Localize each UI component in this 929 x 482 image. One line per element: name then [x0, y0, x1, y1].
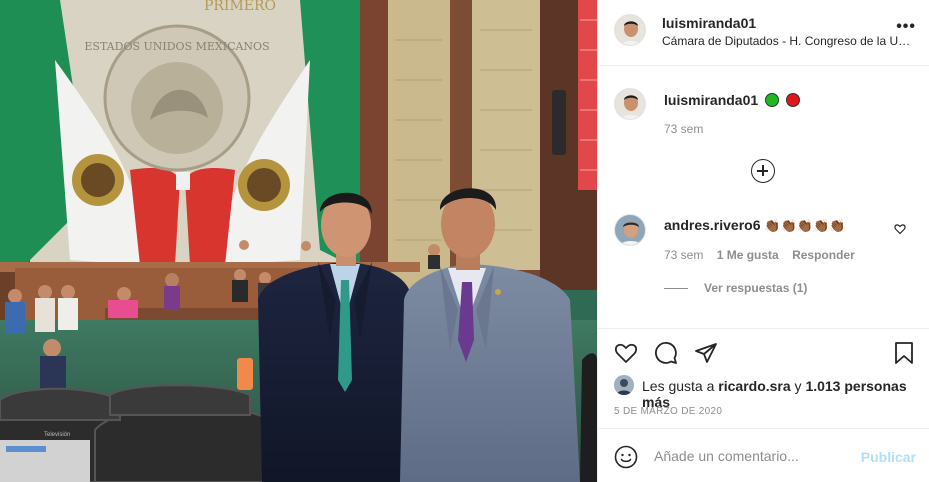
- avatar-image: [614, 375, 634, 395]
- comment-likes[interactable]: 1 Me gusta: [717, 248, 779, 262]
- send-icon[interactable]: [694, 341, 718, 365]
- avatar-image: [615, 89, 645, 119]
- avatar-image: [615, 15, 645, 45]
- post-date[interactable]: 5 DE MARZO DE 2020: [614, 406, 722, 417]
- smiley-icon[interactable]: [614, 445, 638, 469]
- post-header: luismiranda01 Cámara de Diputados - H. C…: [598, 0, 929, 66]
- likes-prefix: Les gusta a: [642, 378, 715, 394]
- bookmark-icon[interactable]: [892, 341, 916, 365]
- liker-username[interactable]: ricardo.sra: [718, 378, 790, 394]
- comment-meta: 73 sem 1 Me gusta Responder: [664, 248, 865, 262]
- comment-text: andres.rivero6 👏🏾👏🏾👏🏾👏🏾👏🏾: [664, 217, 845, 234]
- action-bar: Les gusta a ricardo.sra y 1.013 personas…: [598, 328, 929, 428]
- green-circle-emoji: [765, 93, 780, 107]
- seal-text: ESTADOS UNIDOS MEXICANOS: [84, 40, 269, 53]
- comment-username[interactable]: andres.rivero6: [664, 217, 761, 233]
- photo-image: ESTADOS UNIDOS MEXICANOS PRIMERO Televis…: [0, 0, 597, 482]
- post-photo[interactable]: ESTADOS UNIDOS MEXICANOS PRIMERO Televis…: [0, 0, 597, 482]
- plus-circle-icon[interactable]: [751, 159, 775, 183]
- caption-meta: 73 sem: [664, 122, 713, 136]
- caption-text: luismiranda01: [664, 92, 800, 108]
- post-panel: luismiranda01 Cámara de Diputados - H. C…: [597, 0, 929, 482]
- author-username[interactable]: luismiranda01: [662, 15, 756, 31]
- likes-connector: y: [794, 378, 802, 394]
- post-location[interactable]: Cámara de Diputados - H. Congreso de la …: [662, 34, 914, 48]
- comment-input[interactable]: [654, 446, 854, 466]
- caption-age[interactable]: 73 sem: [664, 122, 703, 136]
- caption-username[interactable]: luismiranda01: [664, 92, 758, 108]
- more-horizontal-icon[interactable]: •••: [896, 18, 916, 36]
- comments-list[interactable]: luismiranda01 73 sem andres.rivero6 👏🏾👏🏾…: [598, 66, 929, 328]
- avatar-image: [615, 215, 645, 245]
- comment-icon[interactable]: [654, 341, 678, 365]
- comment-body: 👏🏾👏🏾👏🏾👏🏾👏🏾: [764, 219, 846, 234]
- reply-button[interactable]: Responder: [792, 248, 855, 262]
- view-replies-button[interactable]: Ver respuestas (1): [664, 281, 807, 295]
- author-avatar[interactable]: [614, 14, 646, 46]
- brand-small-text: Televisión: [44, 432, 70, 438]
- caption-avatar[interactable]: [614, 88, 646, 120]
- heart-outline-icon[interactable]: [894, 223, 906, 235]
- banner-text: PRIMERO: [204, 0, 276, 14]
- publish-button[interactable]: Publicar: [861, 449, 916, 465]
- liker-avatar[interactable]: [614, 375, 634, 395]
- comment-avatar[interactable]: [614, 214, 646, 246]
- red-circle-emoji: [785, 93, 800, 107]
- comment-composer: Publicar: [598, 428, 929, 482]
- heart-icon[interactable]: [614, 341, 638, 365]
- comment-age[interactable]: 73 sem: [664, 248, 703, 262]
